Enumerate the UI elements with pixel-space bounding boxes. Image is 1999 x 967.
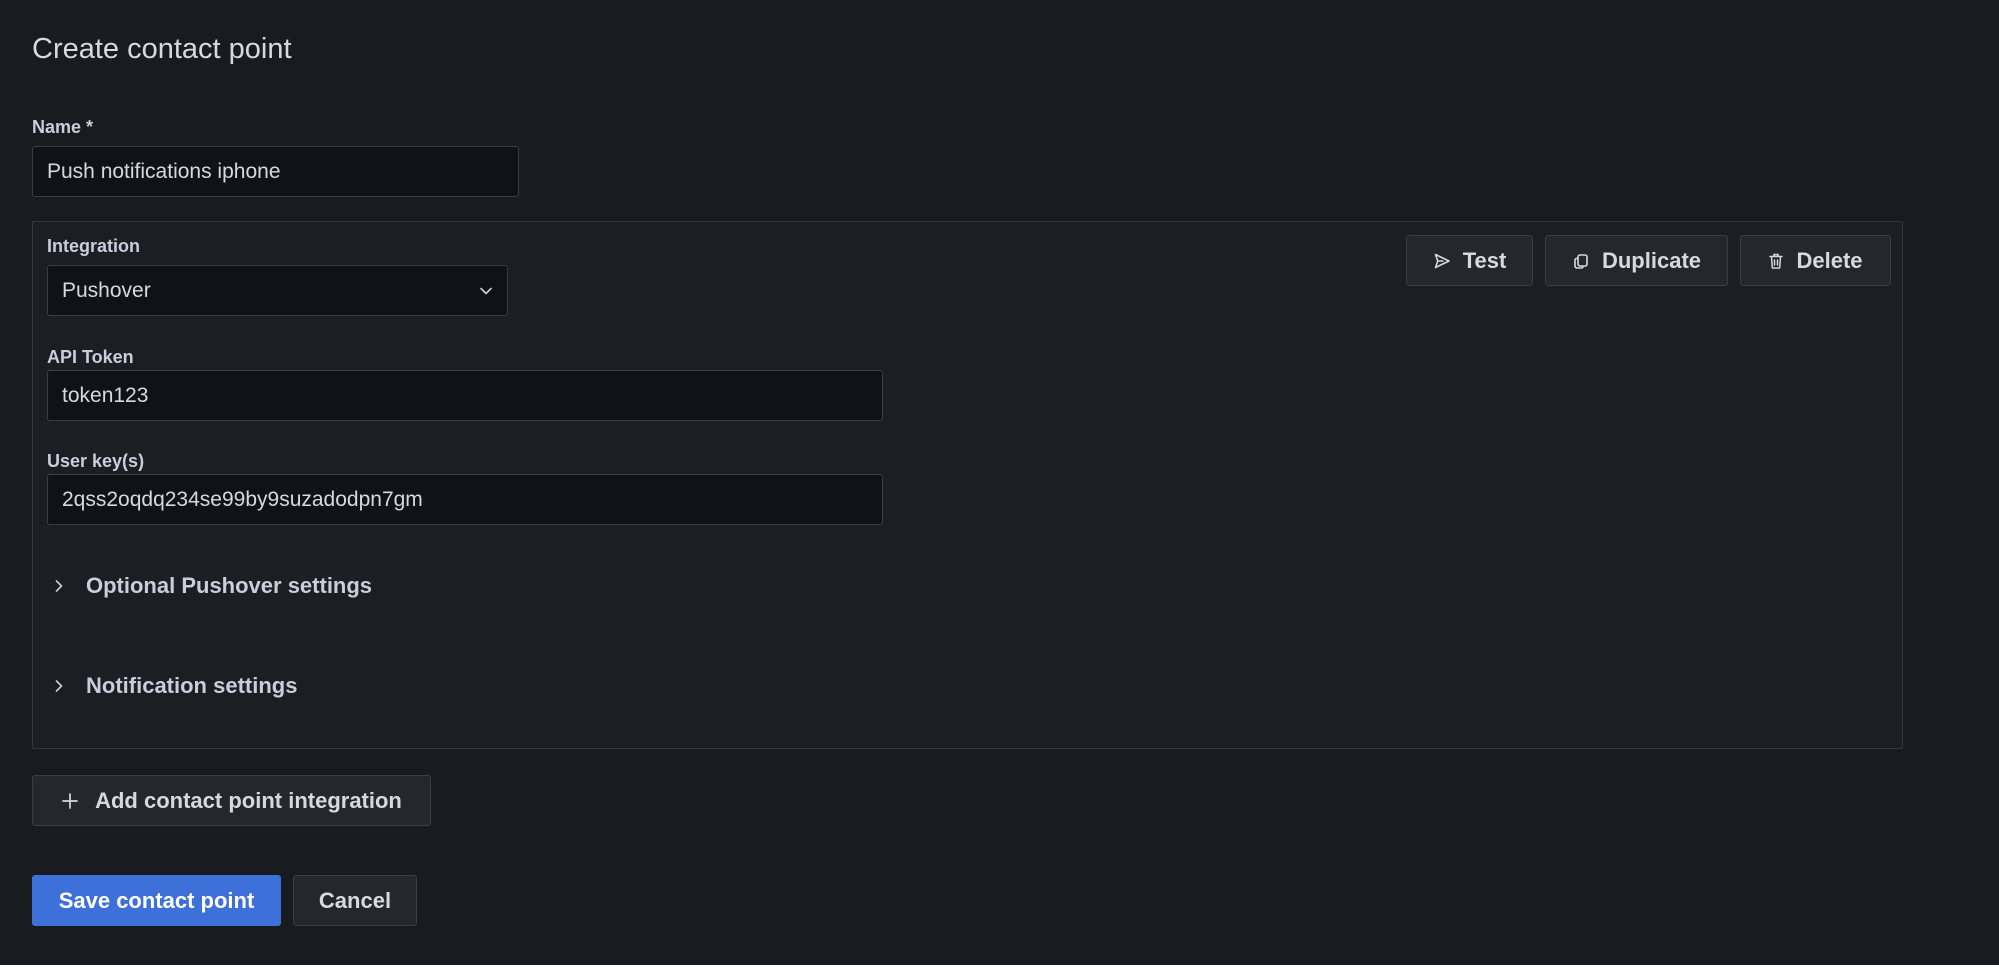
add-contact-point-integration-label: Add contact point integration: [95, 787, 402, 813]
send-icon: [1433, 252, 1451, 270]
copy-icon: [1572, 252, 1590, 270]
delete-button[interactable]: Delete: [1740, 235, 1891, 286]
chevron-right-icon: [52, 580, 66, 592]
chevron-right-icon: [52, 680, 66, 692]
page-title: Create contact point: [32, 33, 292, 65]
integration-label: Integration: [47, 236, 140, 256]
duplicate-button[interactable]: Duplicate: [1545, 235, 1728, 286]
integration-select[interactable]: Pushover: [47, 265, 508, 316]
trash-icon: [1768, 252, 1784, 270]
user-keys-label: User key(s): [47, 451, 145, 471]
save-contact-point-button[interactable]: Save contact point: [32, 875, 281, 926]
delete-button-label: Delete: [1796, 247, 1863, 273]
integration-select-value: Pushover: [62, 278, 151, 302]
api-token-input[interactable]: token123: [47, 370, 883, 421]
optional-pushover-settings-label: Optional Pushover settings: [86, 573, 373, 598]
optional-pushover-settings-toggle[interactable]: Optional Pushover settings: [52, 573, 372, 599]
api-token-label: API Token: [47, 347, 134, 367]
user-keys-input[interactable]: 2qss2oqdq234se99by9suzadodpn7gm: [47, 474, 883, 525]
notification-settings-label: Notification settings: [86, 673, 298, 698]
name-input[interactable]: Push notifications iphone: [32, 146, 519, 197]
add-contact-point-integration-button[interactable]: Add contact point integration: [32, 775, 431, 826]
create-contact-point-page: Create contact point Name * Push notific…: [0, 0, 1999, 965]
integration-card: Integration Pushover Test Duplicate Dele…: [32, 221, 1903, 749]
chevron-down-icon: [479, 284, 493, 298]
notification-settings-toggle[interactable]: Notification settings: [52, 673, 297, 699]
test-button[interactable]: Test: [1406, 235, 1533, 286]
cancel-button[interactable]: Cancel: [293, 875, 417, 926]
name-label: Name *: [32, 117, 94, 137]
plus-icon: [61, 792, 79, 810]
duplicate-button-label: Duplicate: [1601, 247, 1702, 273]
test-button-label: Test: [1462, 247, 1507, 273]
